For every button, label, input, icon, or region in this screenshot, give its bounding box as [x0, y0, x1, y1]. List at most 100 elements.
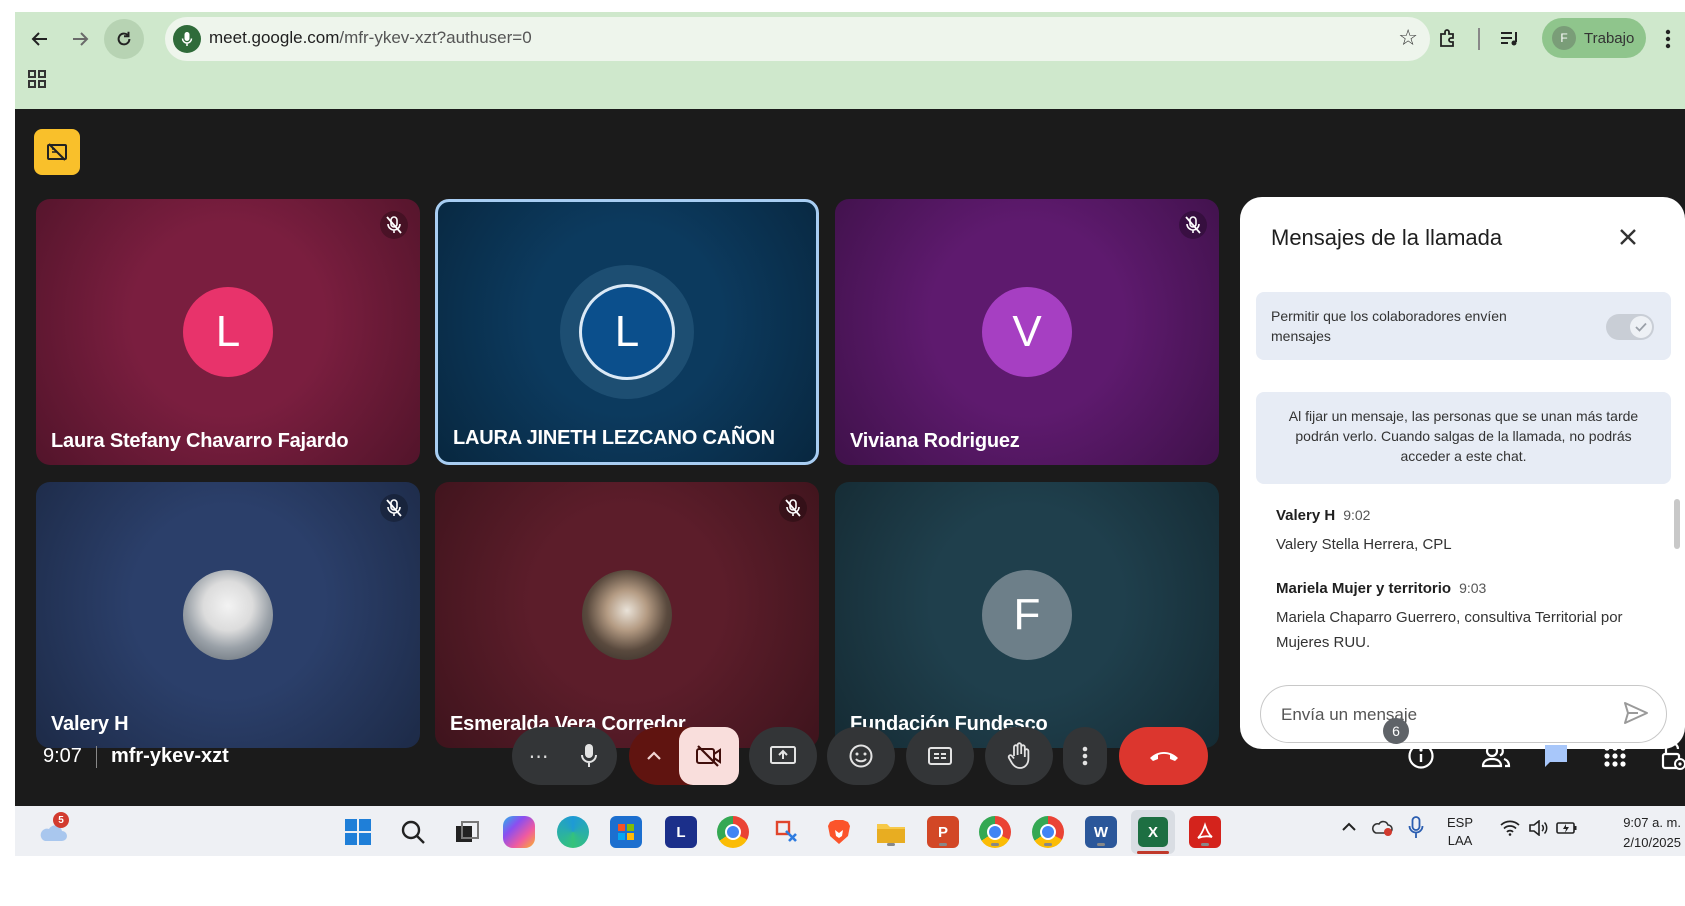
reload-button[interactable]	[104, 19, 144, 59]
microphone-in-use-icon[interactable]	[1408, 816, 1424, 843]
avatar-initial: F	[1013, 590, 1041, 639]
running-indicator	[1044, 843, 1052, 846]
allow-messages-toggle[interactable]	[1606, 314, 1654, 340]
word-icon[interactable]: W	[1085, 816, 1117, 848]
mic-off-icon	[1179, 211, 1207, 239]
message-text: Mariela Chaparro Guerrero, consultiva Te…	[1276, 609, 1623, 651]
close-icon	[1620, 229, 1636, 245]
bookmark-star-icon[interactable]: ☆	[1398, 25, 1418, 51]
host-controls-lock-icon[interactable]	[1653, 736, 1685, 776]
profile-button[interactable]: F Trabajo	[1542, 18, 1646, 58]
meet-stage: L Laura Stefany Chavarro Fajardo L LAURA…	[15, 109, 1685, 806]
copilot-icon[interactable]	[503, 816, 535, 848]
participant-tile[interactable]: L Laura Stefany Chavarro Fajardo	[36, 199, 420, 465]
url-path: /mfr-ykev-xzt?authuser=0	[339, 28, 532, 47]
message-input[interactable]	[1279, 700, 1603, 730]
audio-controls-group: ⋯	[512, 727, 617, 785]
chat-panel: Mensajes de la llamada Permitir que los …	[1240, 197, 1685, 749]
address-bar[interactable]: meet.google.com/mfr-ykev-xzt?authuser=0 …	[165, 17, 1430, 61]
profile-label: Trabajo	[1584, 29, 1635, 47]
camera-off-icon	[696, 745, 721, 767]
message-text: Valery Stella Herrera, CPL	[1276, 536, 1452, 553]
file-explorer-icon[interactable]	[875, 816, 907, 848]
acrobat-icon[interactable]	[1189, 816, 1221, 848]
excel-logo: X	[1138, 817, 1168, 847]
present-screen-button[interactable]	[749, 727, 817, 785]
extensions-icon[interactable]	[1433, 22, 1463, 56]
participant-avatar: F	[982, 570, 1072, 660]
keyboard-layout: LAA	[1447, 833, 1473, 848]
show-hidden-icons-chevron-icon[interactable]	[1342, 820, 1356, 835]
notification-badge: 5	[53, 812, 69, 828]
running-indicator	[887, 843, 895, 846]
chrome-profile-f-icon[interactable]	[979, 816, 1011, 848]
more-options-button[interactable]	[1063, 727, 1107, 785]
weather-widget-icon[interactable]: 5	[37, 812, 69, 848]
battery-charging-icon	[1556, 822, 1577, 834]
present-screen-icon	[770, 746, 796, 764]
browser-menu-icon[interactable]	[1656, 22, 1680, 56]
chat-icon[interactable]	[1536, 736, 1576, 776]
l-app-icon[interactable]: L	[665, 816, 697, 848]
allow-messages-label: Permitir que los colaboradores envíen me…	[1271, 308, 1507, 344]
forward-button[interactable]	[63, 22, 97, 56]
chrome-center	[987, 824, 1003, 840]
system-clock[interactable]: 9:07 a. m. 2/10/2025	[1607, 813, 1681, 853]
audio-settings-button[interactable]: ⋯	[515, 744, 563, 769]
profile-avatar: F	[1552, 26, 1576, 50]
camera-toggle-button[interactable]	[679, 727, 739, 785]
people-icon[interactable]	[1476, 736, 1516, 776]
toolbar-divider	[1478, 28, 1480, 50]
arrow-right-icon	[73, 32, 89, 46]
chat-message: Valery H 9:02 Valery Stella Herrera, CPL	[1276, 507, 1646, 557]
activities-grid-icon[interactable]	[1595, 736, 1635, 776]
participant-name: Laura Stefany Chavarro Fajardo	[51, 430, 349, 452]
raise-hand-button[interactable]	[985, 727, 1053, 785]
camera-off-notice-button[interactable]	[34, 129, 80, 175]
participant-name: LAURA JINETH LEZCANO CAÑON	[453, 427, 775, 449]
participant-tile-active-speaker[interactable]: L LAURA JINETH LEZCANO CAÑON	[435, 199, 819, 465]
participant-tile[interactable]: V Viviana Rodriguez	[835, 199, 1219, 465]
microphone-button[interactable]	[563, 743, 615, 769]
captions-button[interactable]	[906, 727, 974, 785]
message-composer	[1260, 685, 1667, 743]
participant-tile[interactable]: Valery H	[36, 482, 420, 748]
meeting-info: 9:07 mfr-ykev-xzt	[43, 745, 229, 768]
avatar-initial: L	[215, 307, 241, 356]
input-language-indicator[interactable]: ESP LAA	[1447, 814, 1473, 850]
send-message-icon[interactable]	[1622, 700, 1652, 728]
avatar-initial: L	[614, 307, 640, 356]
running-indicator	[1097, 843, 1105, 846]
leave-call-button[interactable]	[1119, 727, 1208, 785]
close-chat-button[interactable]	[1610, 219, 1646, 255]
participant-avatar: L	[183, 287, 273, 377]
onedrive-error-icon[interactable]	[1371, 818, 1395, 841]
chrome-center	[725, 824, 741, 840]
message-time: 9:02	[1343, 507, 1371, 523]
participant-tile[interactable]: Esmeralda Vera Corredor	[435, 482, 819, 748]
meeting-details-icon[interactable]	[1401, 736, 1441, 776]
back-button[interactable]	[23, 22, 57, 56]
edge-browser-icon[interactable]	[557, 816, 589, 848]
chat-scrollbar[interactable]	[1674, 499, 1680, 549]
media-controls-icon[interactable]	[1495, 22, 1525, 56]
apps-grid-icon[interactable]	[27, 69, 49, 91]
microsoft-store-icon[interactable]	[610, 816, 642, 848]
active-indicator	[1137, 851, 1169, 854]
excel-icon-active[interactable]: X	[1131, 810, 1175, 854]
clock-time: 9:07 a. m.	[1623, 815, 1681, 830]
brave-browser-icon[interactable]	[823, 816, 855, 848]
reactions-button[interactable]	[827, 727, 895, 785]
task-view-icon[interactable]	[451, 816, 483, 848]
participant-tile[interactable]: F Fundación Fundesco	[835, 482, 1219, 748]
video-settings-button[interactable]	[629, 751, 679, 761]
powerpoint-icon[interactable]: P	[927, 816, 959, 848]
search-icon[interactable]	[397, 816, 429, 848]
chrome-browser-icon[interactable]	[717, 816, 749, 848]
snipping-tool-icon[interactable]	[771, 816, 803, 848]
quick-settings-button[interactable]	[1500, 820, 1578, 836]
participant-photo	[183, 570, 273, 660]
mic-off-icon	[779, 494, 807, 522]
start-windows-icon[interactable]	[342, 816, 374, 848]
chrome-profile-2-icon[interactable]	[1032, 816, 1064, 848]
